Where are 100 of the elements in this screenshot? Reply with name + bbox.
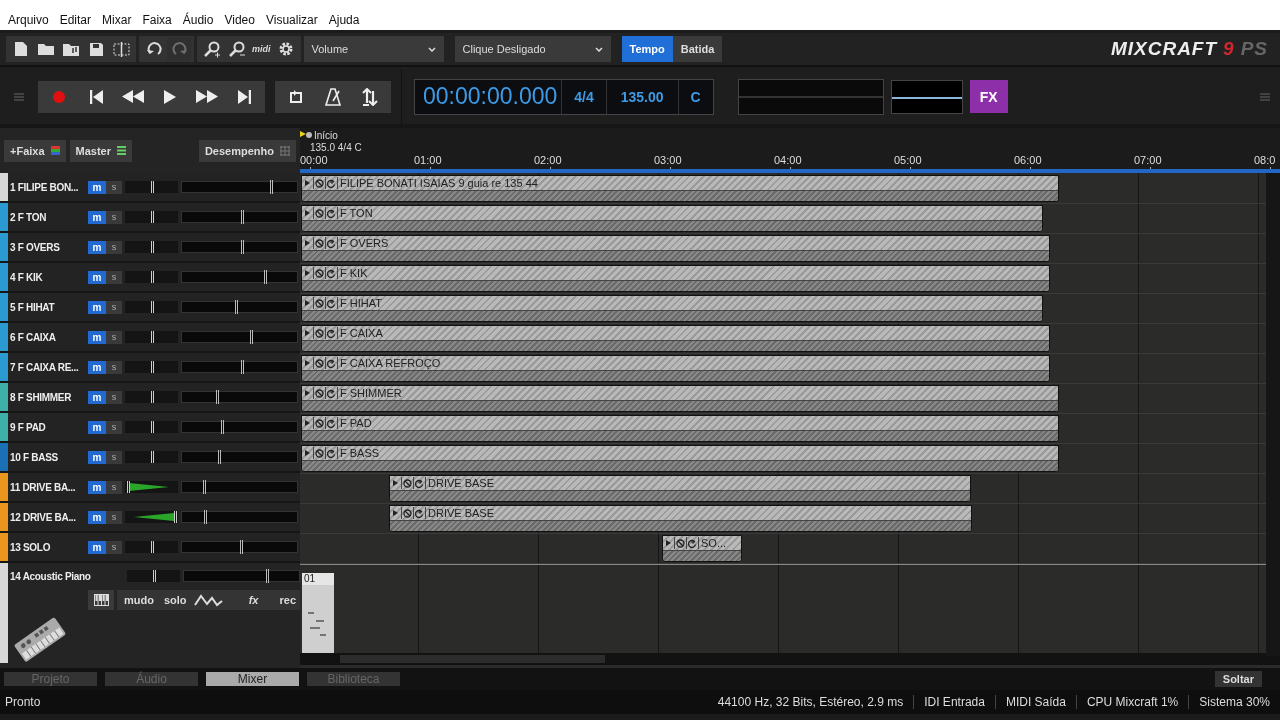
pan-thumb[interactable] — [150, 391, 154, 403]
menu-item[interactable]: Video — [223, 13, 262, 27]
mute-button[interactable]: m — [88, 270, 106, 284]
solo-button[interactable]: solo — [160, 593, 190, 606]
audio-clip[interactable]: F BASS — [301, 445, 1059, 472]
pan-thumb[interactable] — [150, 181, 154, 193]
volume-slider[interactable] — [181, 541, 298, 553]
pan-thumb[interactable] — [150, 361, 154, 373]
volume-slider[interactable] — [181, 271, 298, 283]
pan-slider[interactable] — [125, 511, 178, 523]
solo-button[interactable]: s — [106, 450, 122, 464]
audio-clip[interactable]: DRIVE BASE — [389, 475, 971, 502]
key-display[interactable]: C — [678, 79, 713, 114]
dropdown[interactable]: Volume — [303, 36, 444, 62]
volume-slider[interactable] — [181, 451, 298, 463]
fx-button[interactable]: fx — [234, 583, 273, 617]
volume-slider[interactable] — [181, 511, 298, 523]
tempo-display[interactable]: 135.00 — [606, 79, 679, 114]
solo-button[interactable]: s — [106, 240, 122, 254]
pan-thumb[interactable] — [150, 451, 154, 463]
menu-item[interactable]: Áudio — [181, 13, 221, 27]
mute-button[interactable]: m — [88, 540, 106, 554]
midi-button[interactable]: midi — [250, 44, 273, 54]
pan-thumb[interactable] — [150, 331, 154, 343]
vertical-scrollbar[interactable] — [1266, 173, 1280, 656]
pan-slider[interactable] — [125, 271, 178, 283]
volume-thumb[interactable] — [235, 300, 239, 314]
volume-slider[interactable] — [181, 181, 298, 193]
pan-thumb[interactable] — [174, 511, 178, 523]
solo-button[interactable]: s — [106, 180, 122, 194]
solo-button[interactable]: s — [106, 300, 122, 314]
audio-clip[interactable]: F KIK — [301, 265, 1050, 292]
mute-button[interactable]: m — [88, 180, 106, 194]
pan-slider[interactable] — [125, 421, 178, 433]
pan-thumb[interactable] — [150, 541, 154, 553]
pan-slider[interactable] — [125, 241, 178, 253]
midi-clip[interactable]: 01 — [302, 573, 334, 653]
volume-thumb[interactable] — [217, 450, 221, 464]
solo-button[interactable]: s — [106, 210, 122, 224]
solo-button[interactable]: s — [106, 390, 122, 404]
time-signature[interactable]: 4/4 — [562, 79, 607, 114]
volume-thumb[interactable] — [239, 540, 243, 554]
volume-thumb[interactable] — [240, 360, 244, 374]
volume-thumb[interactable] — [240, 240, 244, 254]
audio-clip[interactable]: F CAIXA REFROÇO — [301, 355, 1050, 382]
add-track-button[interactable]: +Faixa — [4, 139, 66, 162]
mute-button[interactable]: m — [88, 300, 106, 314]
menu-item[interactable]: Faixa — [141, 13, 179, 27]
pan-slider[interactable] — [125, 181, 178, 193]
volume-slider[interactable] — [181, 211, 298, 223]
menu-item[interactable]: Mixar — [101, 13, 139, 27]
pan-thumb[interactable] — [150, 241, 154, 253]
volume-slider[interactable] — [181, 391, 298, 403]
pan-slider[interactable] — [125, 361, 178, 373]
menu-item[interactable]: Arquivo — [7, 13, 56, 27]
dropdown[interactable]: Clique Desligado — [454, 36, 611, 62]
pan-thumb[interactable] — [126, 481, 130, 493]
bottom-tab[interactable]: Mixer — [206, 672, 299, 686]
pan-thumb[interactable] — [150, 271, 154, 283]
mute-button[interactable]: m — [88, 390, 106, 404]
mute-button[interactable]: m — [88, 360, 106, 374]
pan-thumb[interactable] — [150, 211, 154, 223]
solo-button[interactable]: s — [106, 270, 122, 284]
volume-thumb[interactable] — [263, 270, 267, 284]
mute-button[interactable]: m — [88, 330, 106, 344]
menu-item[interactable]: Ajuda — [327, 13, 367, 27]
pan-slider[interactable] — [125, 451, 178, 463]
mode-toggle[interactable]: Tempo — [621, 36, 673, 62]
master-button[interactable]: Master — [69, 139, 133, 162]
audio-clip[interactable]: F PAD — [301, 415, 1059, 442]
audio-clip[interactable]: F OVERS — [301, 235, 1050, 262]
audio-clip[interactable]: F TON — [301, 205, 1043, 232]
solo-button[interactable]: s — [106, 540, 122, 554]
audio-clip[interactable]: F SHIMMER — [301, 385, 1059, 412]
volume-thumb[interactable] — [240, 210, 244, 224]
volume-slider[interactable] — [181, 241, 298, 253]
mute-button[interactable]: mudo — [121, 593, 157, 606]
audio-clip[interactable]: F HIHAT — [301, 295, 1043, 322]
mute-button[interactable]: m — [88, 450, 106, 464]
volume-thumb[interactable] — [250, 330, 253, 344]
pan-slider[interactable] — [125, 211, 178, 223]
pan-slider[interactable] — [125, 331, 178, 343]
mute-button[interactable]: m — [88, 210, 106, 224]
audio-clip[interactable]: FILIPE BONATI ISAIAS 9 guia re 135 44 — [301, 175, 1059, 202]
record-button[interactable]: rec — [276, 593, 300, 606]
pan-slider[interactable] — [125, 301, 178, 313]
volume-slider[interactable] — [181, 301, 298, 313]
mute-button[interactable]: m — [88, 240, 106, 254]
mute-button[interactable]: m — [88, 420, 106, 434]
solo-button[interactable]: s — [106, 480, 122, 494]
undock-button[interactable]: Soltar — [1214, 671, 1262, 687]
volume-thumb[interactable] — [202, 480, 206, 494]
volume-slider[interactable] — [181, 481, 298, 493]
pan-slider[interactable] — [125, 391, 178, 403]
solo-button[interactable]: s — [106, 510, 122, 524]
solo-button[interactable]: s — [106, 420, 122, 434]
audio-clip[interactable]: DRIVE BASE — [389, 505, 972, 532]
mute-button[interactable]: m — [88, 510, 106, 524]
volume-thumb[interactable] — [221, 420, 225, 434]
volume-thumb[interactable] — [215, 390, 219, 404]
